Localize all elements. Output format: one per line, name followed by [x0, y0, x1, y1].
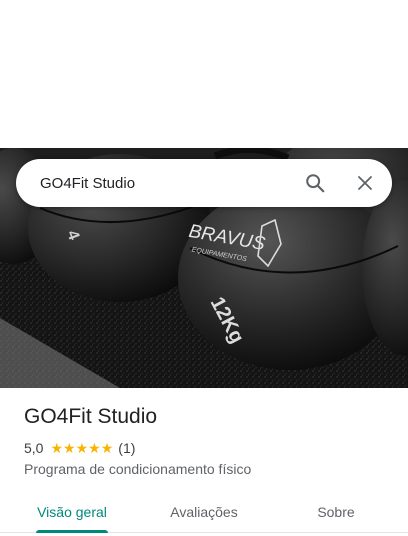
review-count[interactable]: (1): [118, 440, 135, 456]
star-rating: ★ ★ ★ ★ ★: [50, 441, 113, 455]
search-input[interactable]: GO4Fit Studio: [40, 175, 295, 192]
tab-overview-label: Visão geral: [37, 503, 107, 520]
tab-about-label: Sobre: [317, 503, 355, 520]
close-icon: [358, 176, 372, 190]
tab-about[interactable]: Sobre: [296, 491, 376, 532]
rating-value: 5,0: [24, 440, 44, 456]
star-icon: ★: [50, 440, 64, 456]
clear-search-button[interactable]: [345, 163, 385, 203]
tab-bar: Visão geral Avaliações Sobre: [0, 491, 408, 533]
search-icon: [306, 174, 325, 193]
rating-row[interactable]: 5,0 ★ ★ ★ ★ ★ (1): [24, 440, 135, 456]
star-icon: ★: [75, 440, 89, 456]
place-title: GO4Fit Studio: [24, 405, 158, 428]
tab-reviews-label: Avaliações: [170, 503, 238, 520]
active-tab-indicator: [36, 530, 108, 533]
place-category[interactable]: Programa de condicionamento físico: [24, 461, 251, 477]
search-button[interactable]: [295, 163, 335, 203]
tab-overview[interactable]: Visão geral: [26, 491, 118, 532]
star-icon: ★: [63, 440, 76, 456]
star-icon: ★: [88, 440, 101, 456]
search-bar[interactable]: GO4Fit Studio: [16, 159, 392, 207]
place-panel: BRAVUS EQUIPAMENTOS 12Kg 4 GO4Fit Studio: [0, 0, 408, 536]
tab-reviews[interactable]: Avaliações: [158, 491, 250, 532]
star-icon: ★: [100, 440, 114, 456]
